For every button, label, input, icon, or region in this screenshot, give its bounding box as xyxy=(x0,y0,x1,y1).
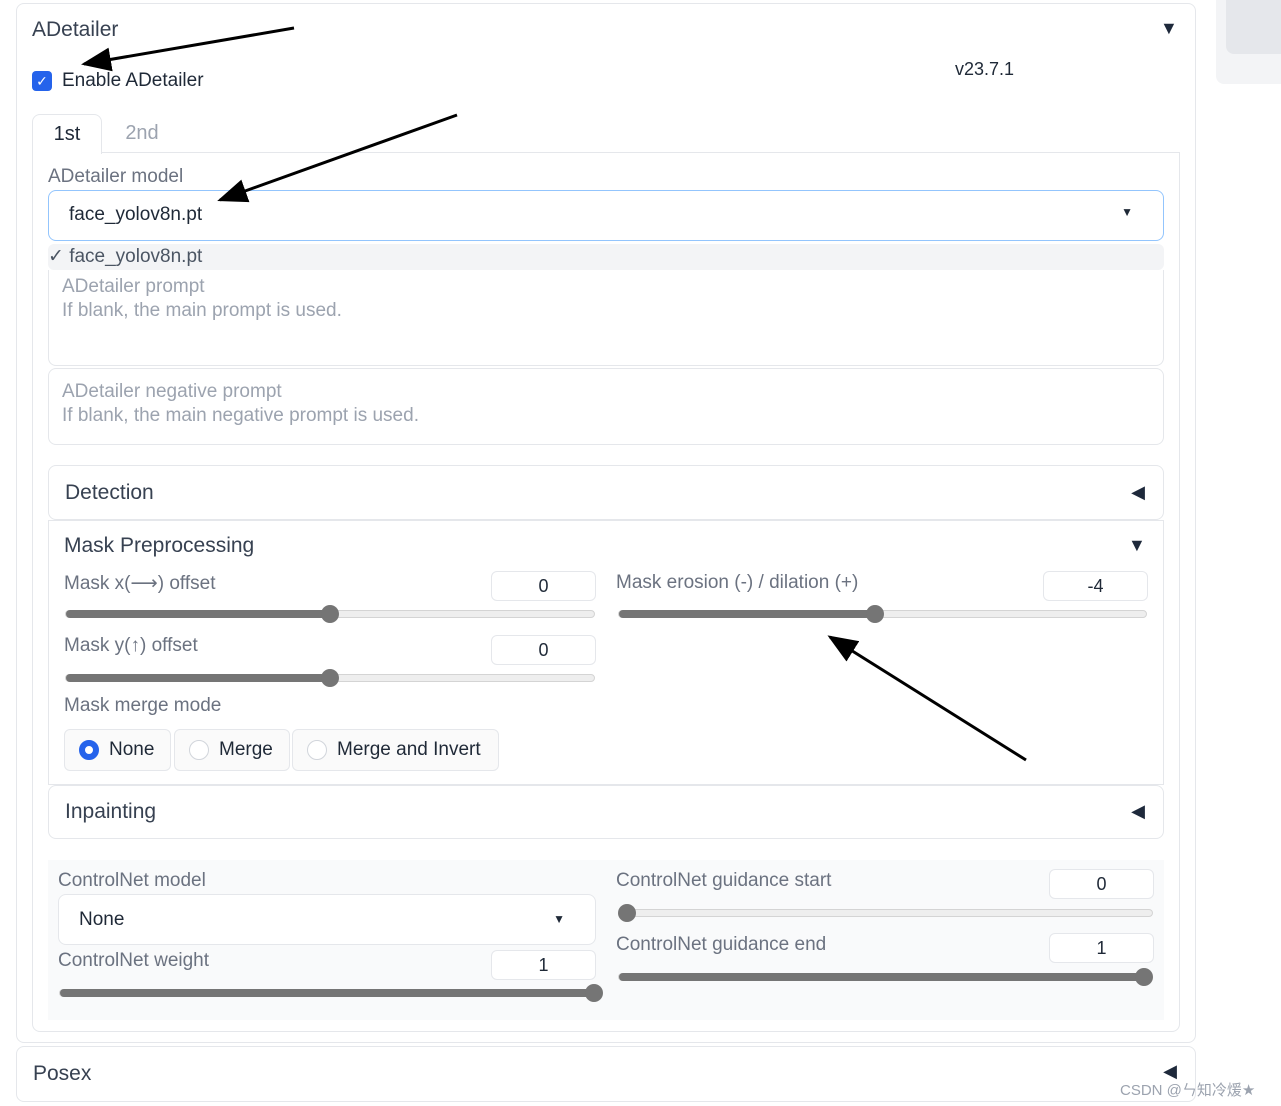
arrow-to-model xyxy=(217,113,458,203)
arrow-to-erosion xyxy=(827,635,1027,762)
arrow-to-enable xyxy=(81,26,295,72)
annotation-arrows xyxy=(81,26,1027,762)
